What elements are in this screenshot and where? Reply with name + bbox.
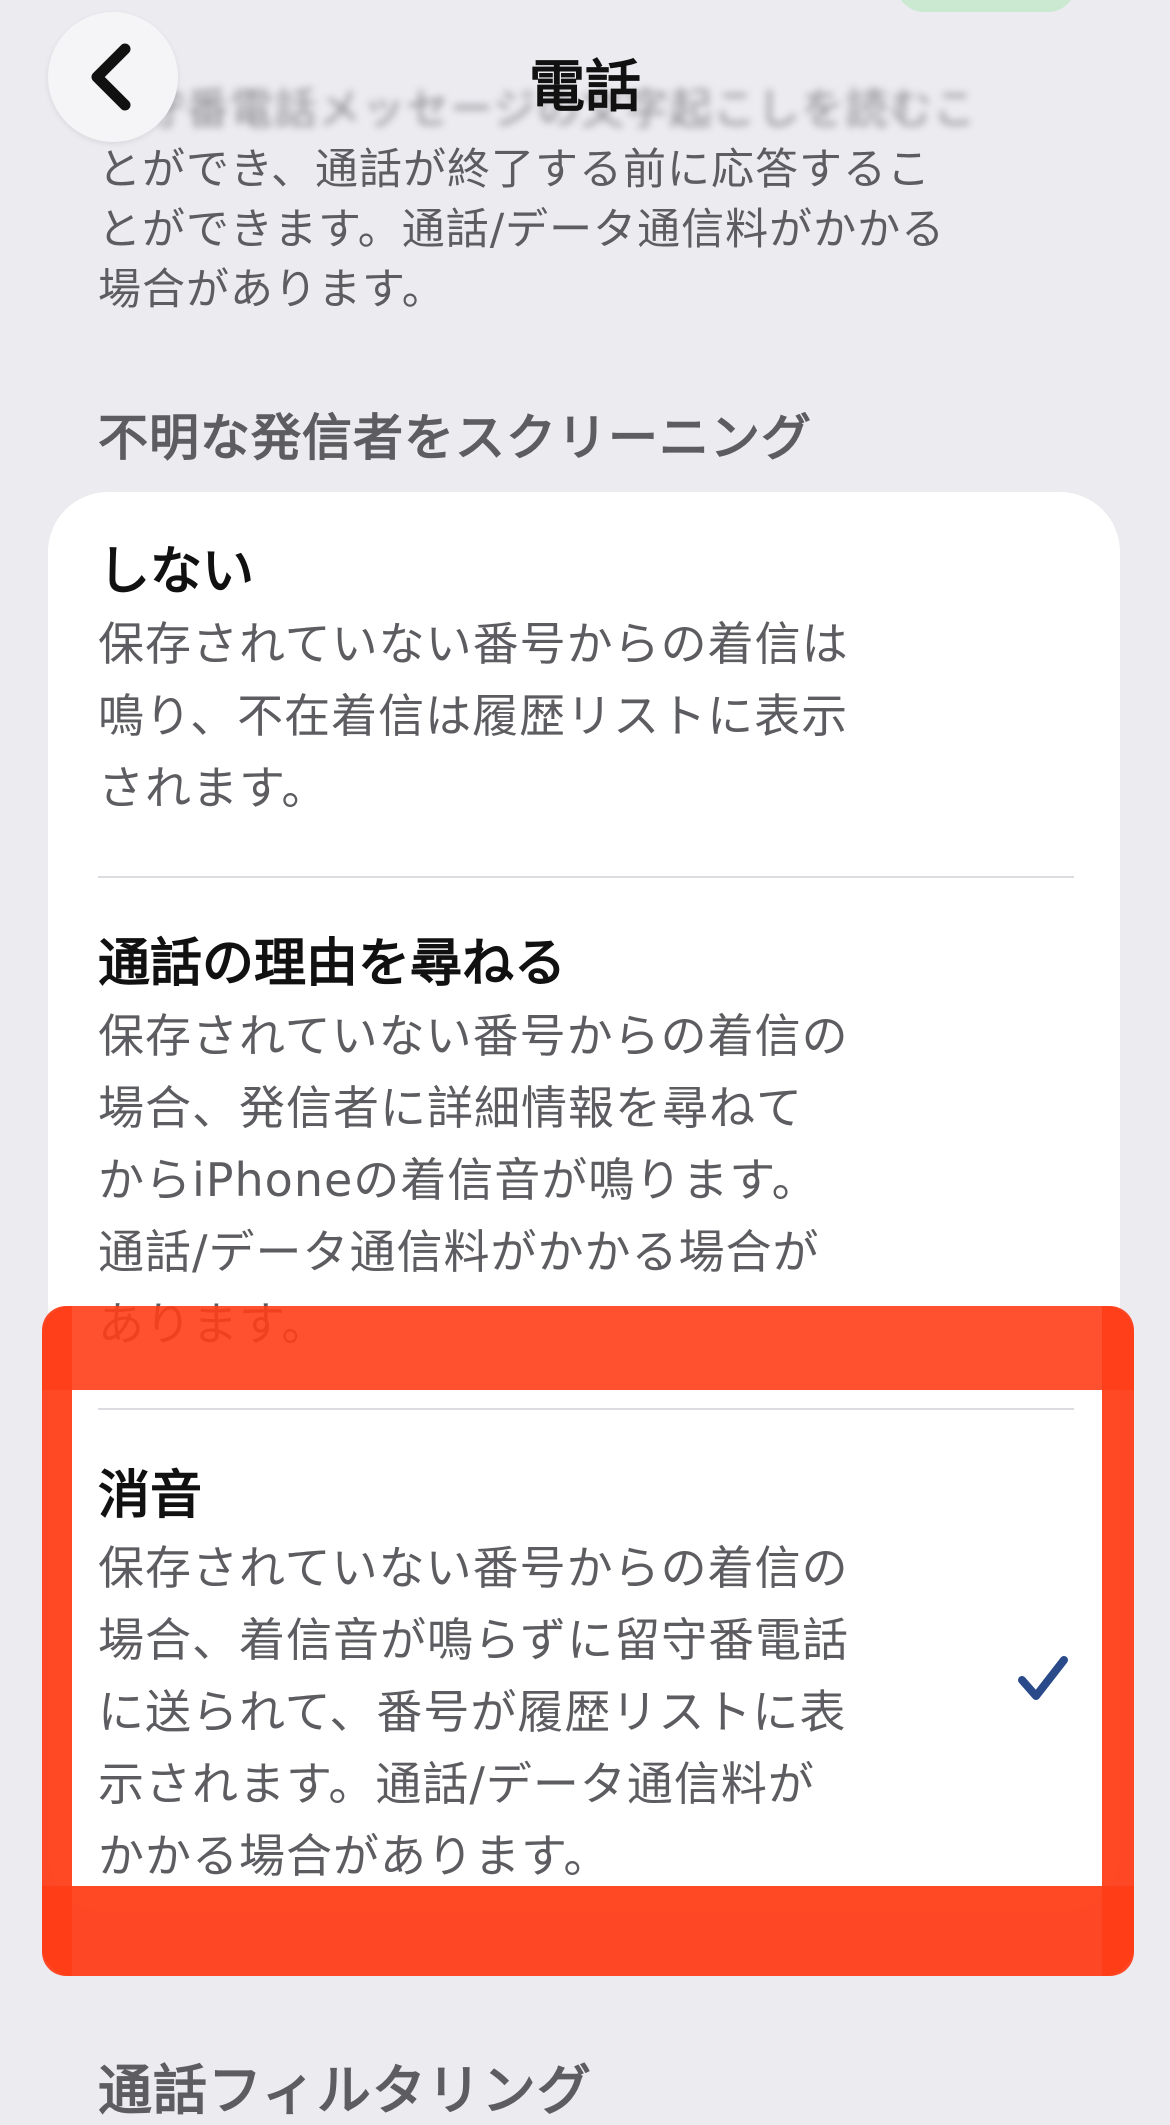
previous-description-line: とができ、通話が終了する前に応答するこ	[98, 145, 931, 195]
option-description-line: 保存されていない番号からの着信の	[98, 1541, 849, 1595]
previous-description-line: とができます。通話/データ通信料がかかる	[98, 205, 946, 255]
separator	[98, 1408, 1074, 1410]
highlight-annotation-top	[42, 1306, 1134, 1390]
option-description-line: 保存されていない番号からの着信は	[98, 617, 849, 671]
option-never[interactable]: しない 保存されていない番号からの着信は 鳴り、不在着信は履歴リストに表示 され…	[98, 536, 978, 824]
page-title: 電話	[529, 55, 641, 120]
option-description-line: に送られて、番号が履歴リストに表	[98, 1685, 847, 1739]
option-description: 保存されていない番号からの着信の 場合、着信音が鳴らずに留守番電話 に送られて、…	[98, 1532, 978, 1892]
option-ask-reason[interactable]: 通話の理由を尋ねる 保存されていない番号からの着信の 場合、発信者に詳細情報を尋…	[98, 928, 978, 1360]
checkmark-icon	[1018, 1656, 1068, 1700]
option-title: 通話の理由を尋ねる	[98, 934, 567, 994]
section-header-call-filtering: 通話フィルタリング	[98, 2059, 592, 2122]
option-description: 保存されていない番号からの着信は 鳴り、不在着信は履歴リストに表示 されます。	[98, 608, 978, 824]
option-description-line: 示されます。通話/データ通信料が	[98, 1757, 815, 1811]
option-title: 消音	[98, 1466, 203, 1526]
option-description-line: 通話/データ通信料がかかる場合が	[98, 1225, 820, 1279]
highlight-annotation-right	[1102, 1306, 1134, 1976]
option-title: しない	[98, 542, 255, 602]
highlight-annotation-bottom	[42, 1886, 1134, 1976]
option-description-line: 場合、発信者に詳細情報を尋ねて	[98, 1081, 803, 1135]
highlight-annotation-left	[42, 1306, 72, 1976]
option-description-line: 場合、着信音が鳴らずに留守番電話	[98, 1613, 850, 1667]
option-description-line: されます。	[98, 761, 329, 815]
previous-description-line: 場合があります。	[98, 265, 446, 315]
toggle-switch-remnant	[896, 0, 1076, 12]
option-description-line: かかる場合があります。	[98, 1829, 611, 1883]
option-description-line: からiPhoneの着信音が鳴ります。	[98, 1153, 819, 1207]
option-description-line: 保存されていない番号からの着信の	[98, 1009, 849, 1063]
option-description-line: 鳴り、不在着信は履歴リストに表示	[98, 689, 849, 743]
option-silence[interactable]: 消音 保存されていない番号からの着信の 場合、着信音が鳴らずに留守番電話 に送ら…	[98, 1460, 978, 1892]
separator	[98, 876, 1074, 878]
section-header-screening: 不明な発信者をスクリーニング	[98, 409, 812, 467]
